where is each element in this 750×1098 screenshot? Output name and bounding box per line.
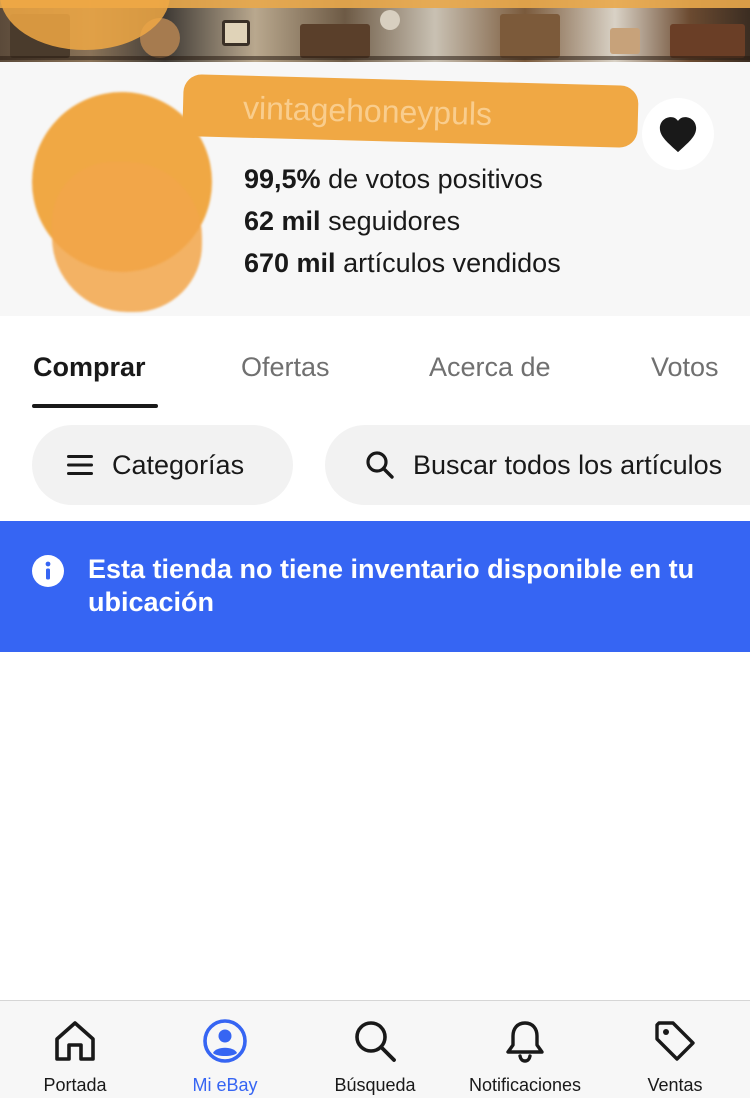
tag-icon — [651, 1017, 699, 1070]
items-sold-stat: 670 mil artículos vendidos — [244, 248, 561, 278]
tab-acerca-de[interactable]: Acerca de — [429, 352, 551, 383]
nav-portada[interactable]: Portada — [0, 1001, 150, 1098]
nav-label: Mi eBay — [192, 1075, 258, 1095]
home-icon — [51, 1017, 99, 1070]
follow-button[interactable] — [642, 98, 714, 170]
store-name: vintagehoneypuls — [182, 74, 639, 148]
nav-label: Portada — [43, 1075, 107, 1095]
store-search-input[interactable]: Buscar todos los artículos — [325, 425, 750, 505]
search-placeholder: Buscar todos los artículos — [413, 449, 723, 480]
nav-label: Búsqueda — [334, 1075, 416, 1095]
feedback-stat: 99,5% de votos positivos — [244, 164, 543, 194]
store-stats: 99,5% de votos positivos 62 mil seguidor… — [244, 158, 561, 284]
notice-text: Esta tienda no tiene inventario disponib… — [88, 554, 695, 617]
nav-label: Notificaciones — [468, 1075, 582, 1095]
tab-comprar[interactable]: Comprar — [33, 352, 146, 383]
nav-notificaciones[interactable]: Notificaciones — [450, 1001, 600, 1098]
nav-mi-ebay[interactable]: Mi eBay — [150, 1001, 300, 1098]
store-banner — [0, 0, 750, 62]
followers-stat: 62 mil seguidores — [244, 206, 461, 236]
active-tab-indicator — [32, 404, 158, 408]
inventory-notice: Esta tienda no tiene inventario disponib… — [0, 521, 750, 652]
categories-button[interactable]: Categorías — [32, 425, 293, 505]
tab-ofertas[interactable]: Ofertas — [241, 352, 330, 383]
search-icon — [351, 1017, 399, 1070]
nav-busqueda[interactable]: Búsqueda — [300, 1001, 450, 1098]
profile-icon — [201, 1017, 249, 1070]
heart-icon — [659, 117, 697, 153]
categories-label: Categorías — [112, 449, 245, 480]
menu-icon — [66, 453, 94, 477]
info-icon — [32, 555, 64, 587]
tab-votos[interactable]: Votos — [651, 352, 719, 383]
nav-ventas[interactable]: Ventas — [600, 1001, 750, 1098]
search-icon — [365, 450, 395, 480]
nav-label: Ventas — [647, 1075, 703, 1095]
store-header: vintagehoneypuls 99,5% de votos positivo… — [0, 62, 750, 316]
store-tabs: Comprar Ofertas Acerca de Votos — [0, 352, 750, 412]
bell-icon — [501, 1017, 549, 1070]
bottom-nav: Portada Mi eBay Búsqueda Notificaciones … — [0, 1000, 750, 1098]
